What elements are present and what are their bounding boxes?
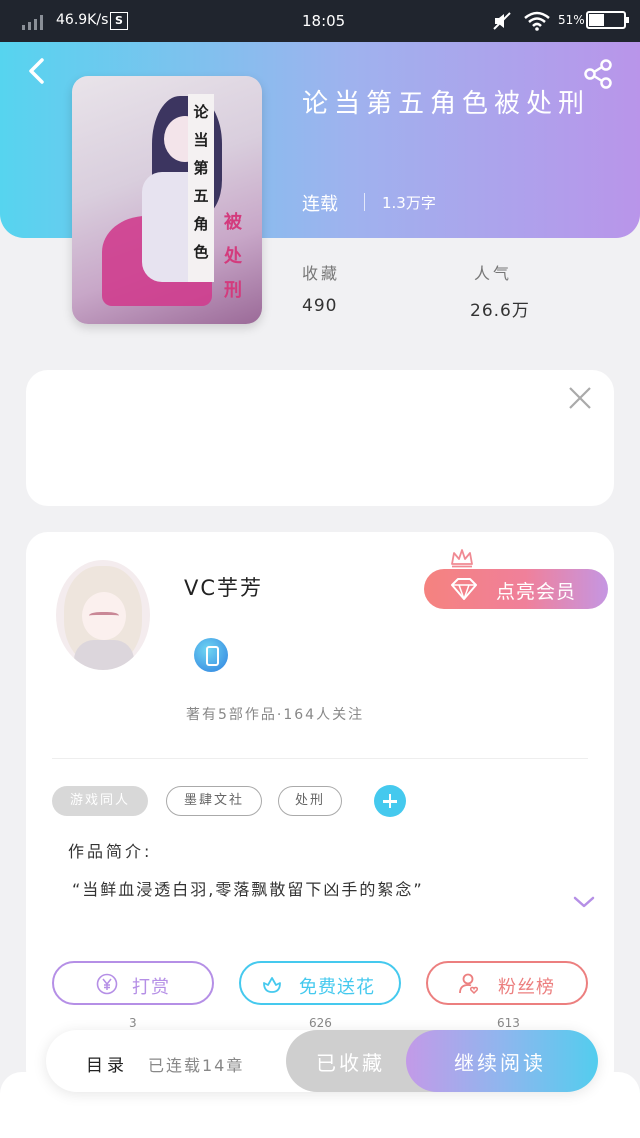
fans-count: 613 [497,1016,520,1030]
avatar-outfit [74,640,134,670]
wifi-icon [524,11,550,31]
toc-chapter-count[interactable]: 已连载14章 [148,1052,244,1076]
tip-button-label: 打赏 [132,977,170,998]
diamond-icon [451,578,477,600]
verified-badge-icon [194,638,228,672]
vip-button[interactable]: 点亮会员 [424,569,608,609]
free-flower-button[interactable]: 免费送花 [239,961,401,1005]
continue-reading-button[interactable]: 继续阅读 [406,1030,598,1092]
battery-icon [586,11,629,29]
toc-button[interactable]: 目录 [86,1051,128,1076]
tip-count: 3 [129,1016,137,1030]
status-bar: 46.9K/s S 18:05 51% [0,0,640,42]
tip-button[interactable]: 打赏 [52,961,214,1005]
close-icon[interactable] [566,384,594,412]
network-speed: 46.9K/s [56,12,109,28]
s-app-icon: S [110,12,128,30]
add-tag-button[interactable] [374,785,406,817]
fans-ranking-button[interactable]: 粉丝榜 [426,961,588,1005]
author-meta: 著有5部作品·164人关注 [186,707,365,723]
tag-studio[interactable]: 墨肆文社 [166,786,262,816]
yuan-coin-icon [96,973,118,995]
book-cover[interactable]: 论当第五角色 被处刑 [72,76,262,324]
fans-ranking-label: 粉丝榜 [498,977,555,998]
cover-title-text: 论当第五角色 [193,103,209,261]
cover-title-subtext: 被处刑 [224,212,242,301]
author-name[interactable]: VC芋芳 [184,572,263,602]
word-count: 1.3万字 [382,194,436,212]
free-flower-label: 免费送花 [299,977,375,998]
avatar-eyes [89,612,119,621]
ad-card [26,370,614,506]
back-arrow-icon[interactable] [24,56,50,86]
clock: 18:05 [302,12,346,30]
vip-button-label: 点亮会员 [496,581,577,603]
signal-icon [22,15,43,30]
favorites-value: 490 [302,296,338,316]
book-title: 论当第五角色被处刑 [302,89,591,119]
popularity-label: 人气 [474,264,513,283]
continue-reading-label: 继续阅读 [454,1051,546,1075]
tag-game-fanfic[interactable]: 游戏同人 [52,786,148,816]
chevron-down-icon[interactable] [572,894,596,910]
mute-icon [493,12,511,30]
popularity-value: 26.6万 [470,301,530,321]
tag-execution[interactable]: 处刑 [278,786,342,816]
collected-label: 已收藏 [316,1051,385,1075]
separator [52,758,588,759]
divider [364,193,365,211]
favorites-label: 收藏 [302,264,341,283]
battery-percent: 51% [558,13,585,27]
user-heart-icon [459,973,479,995]
intro-text: “当鲜血浸透白羽,零落飘散留下凶手的絮念” [72,880,424,899]
serial-status: 连载 [302,194,338,215]
intro-label: 作品简介: [68,842,153,861]
flower-icon [263,977,281,993]
crown-icon [451,549,473,568]
avatar[interactable] [56,560,150,670]
flower-count: 626 [309,1016,332,1030]
